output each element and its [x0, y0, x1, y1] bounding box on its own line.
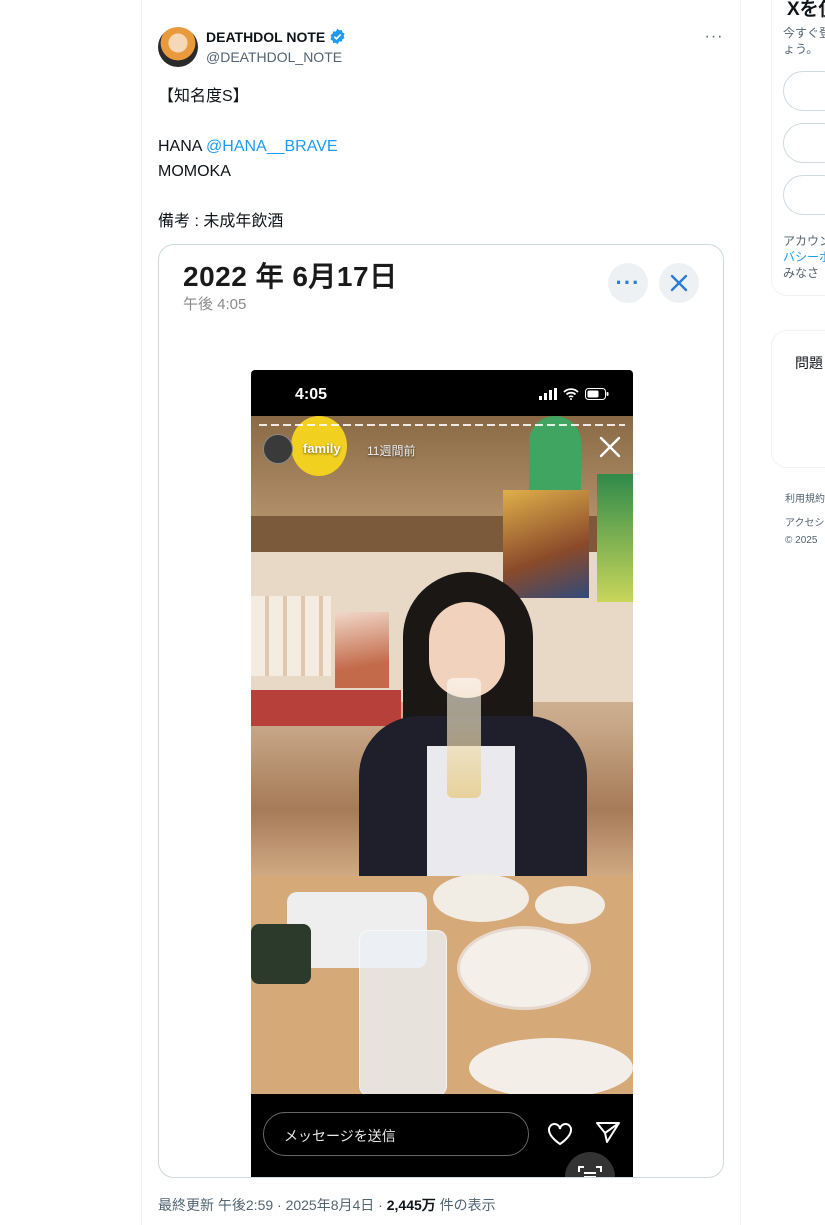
photo-small-poster: [335, 612, 389, 688]
tweet-line: HANA @HANA__BRAVE: [158, 134, 718, 159]
trends-card: [771, 330, 825, 468]
phone-status-time: 4:05: [295, 386, 328, 403]
verified-badge-icon: [330, 28, 345, 45]
view-count-label: 件の表示: [435, 1197, 496, 1213]
screenshot-date-title: 2022 年 6月17日: [183, 261, 398, 292]
display-name[interactable]: DEATHDOL NOTE: [206, 29, 325, 45]
tweet-timestamp[interactable]: 最終更新 午後2:59 · 2025年8月4日 ·: [158, 1197, 387, 1213]
photo-poster: [503, 490, 589, 598]
heart-icon: [548, 1123, 572, 1146]
story-message-field: メッセージを送信: [263, 1112, 529, 1156]
mention-link[interactable]: @HANA__BRAVE: [206, 138, 338, 155]
story-avatar: [263, 434, 293, 464]
author-handle[interactable]: @DEATHDOL_NOTE: [206, 49, 342, 65]
text-scan-icon: [565, 1152, 615, 1177]
author-name-row[interactable]: DEATHDOL NOTE: [206, 28, 346, 45]
photo-plate: [433, 874, 529, 922]
footer-copyright: © 2025: [785, 535, 818, 546]
story-progress-bar: [259, 424, 625, 426]
photo-plate: [469, 1038, 633, 1094]
photo-plate: [535, 886, 605, 924]
signal-icon: [539, 388, 557, 400]
photo-red-bench: [251, 690, 401, 726]
photo-glass: [447, 678, 481, 798]
footer-terms-link[interactable]: 利用規約: [785, 490, 825, 505]
battery-icon: [585, 388, 609, 400]
signup-card: [771, 0, 825, 296]
more-options-icon[interactable]: ···: [700, 28, 728, 48]
member-name: HANA: [158, 138, 207, 155]
send-icon: [596, 1122, 620, 1143]
tweet-line: 【知名度S】: [158, 88, 249, 105]
right-sidebar: Xを使 今すぐ登 ょう。 アカウン バシーポ みなさ 問題 利用規約 アクセシ …: [741, 0, 825, 1225]
footer-accessibility-link[interactable]: アクセシ: [785, 514, 825, 529]
tweet-line: MOMOKA: [158, 163, 231, 180]
photo-menu-strips: [251, 596, 331, 676]
tweet-text: 【知名度S】 HANA @HANA__BRAVE MOMOKA 備考 : 未成年…: [158, 84, 718, 234]
photo-plate: [457, 926, 591, 1010]
tweet-detail: DEATHDOL NOTE @DEATHDOL_NOTE ··· 【知名度S】 …: [142, 0, 741, 1225]
wifi-icon: [563, 388, 579, 400]
screenshot-time: 午後 4:05: [183, 296, 247, 313]
view-count: 2,445万: [386, 1197, 436, 1213]
story-age: 11週間前: [367, 444, 416, 458]
screenshot-more-icon: ···: [608, 263, 648, 303]
photo-tall-glass: [359, 930, 447, 1094]
photo-seaweed: [251, 924, 311, 984]
phone-screenshot: 4:05 family 11週間前 メッセージを送信: [251, 370, 633, 1177]
story-username: family: [303, 441, 341, 456]
trends-card-title: 問題: [795, 355, 823, 371]
phone-status-icons: [539, 388, 609, 400]
tweet-meta: 最終更新 午後2:59 · 2025年8月4日 · 2,445万 件の表示: [158, 1195, 496, 1215]
story-photo: family 11週間前: [251, 416, 633, 1094]
tweet-line: 備考 : 未成年飲酒: [158, 213, 284, 230]
screenshot-close-icon: [659, 263, 699, 303]
photo-poster: [597, 474, 633, 602]
avatar[interactable]: [158, 27, 198, 67]
story-footer: メッセージを送信: [251, 1094, 633, 1177]
media-attachment[interactable]: 2022 年 6月17日 午後 4:05 ··· 4:05 family 11週…: [158, 244, 724, 1178]
left-gutter: [0, 0, 142, 1225]
story-close-icon: [599, 436, 621, 458]
